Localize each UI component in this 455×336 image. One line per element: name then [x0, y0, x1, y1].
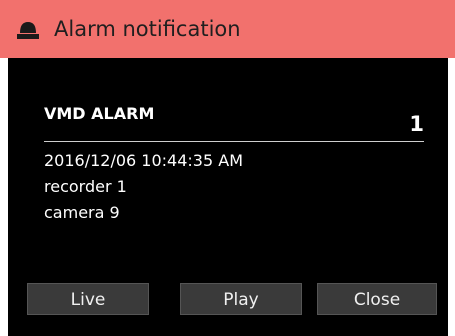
divider	[44, 141, 424, 142]
alarm-panel: VMD ALARM 1 2016/12/06 10:44:35 AM recor…	[8, 58, 448, 336]
close-button[interactable]: Close	[317, 283, 437, 315]
window-title: Alarm notification	[54, 17, 241, 41]
alarm-camera: camera 9	[44, 203, 120, 222]
alarm-count: 1	[409, 112, 424, 136]
alarm-recorder: recorder 1	[44, 177, 127, 196]
live-button[interactable]: Live	[27, 283, 149, 315]
alarm-light-icon	[17, 22, 39, 39]
play-button[interactable]: Play	[180, 283, 302, 315]
alarm-type-label: VMD ALARM	[44, 104, 155, 123]
title-bar: Alarm notification	[0, 0, 455, 58]
alarm-datetime: 2016/12/06 10:44:35 AM	[44, 151, 243, 170]
